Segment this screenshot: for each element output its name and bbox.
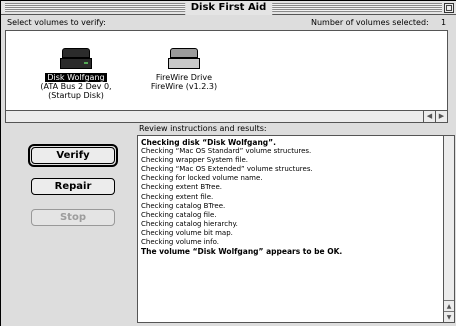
result-line: Checking extent BTree. (141, 183, 222, 192)
verify-button[interactable]: Verify (31, 147, 115, 164)
result-line: Checking disk “Disk Wolfgang”. (141, 138, 276, 147)
scroll-right-arrow-icon[interactable]: ▶ (435, 111, 447, 122)
result-line: Checking catalog BTree. (141, 201, 226, 210)
results-label: Review instructions and results: (139, 124, 267, 133)
title-bar[interactable]: Disk First Aid (1, 1, 456, 15)
hard-disk-icon (59, 46, 93, 70)
volume-name: Disk Wolfgang (45, 73, 107, 82)
select-volumes-label: Select volumes to verify: (7, 18, 106, 27)
zoom-box-icon[interactable] (444, 3, 454, 13)
scroll-up-arrow-icon[interactable]: ▲ (444, 300, 454, 311)
volume-list-scrollbar[interactable]: ◀ ▶ (6, 110, 447, 122)
result-line: Checking extent file. (141, 192, 214, 201)
volume-detail: FireWire (v1.2.3) (150, 82, 218, 91)
result-line: Checking wrapper System file. (141, 156, 248, 165)
volume-name: FireWire Drive (155, 73, 213, 82)
stop-button[interactable]: Stop (31, 209, 115, 226)
result-line: Checking for locked volume name. (141, 174, 263, 183)
volume-detail: (Startup Disk) (48, 91, 104, 100)
volumes-selected-label: Number of volumes selected: (311, 18, 429, 27)
result-line: The volume “Disk Wolfgang” appears to be… (141, 247, 343, 257)
result-line: Checking catalog hierarchy. (141, 219, 238, 228)
disk-first-aid-window: Disk First Aid Select volumes to verify:… (0, 0, 456, 326)
volume-disk-wolfgang[interactable]: Disk Wolfgang (ATA Bus 2 Dev 0, (Startup… (38, 46, 114, 100)
results-log[interactable]: Checking disk “Disk Wolfgang”. Checking “… (137, 135, 455, 323)
window-title: Disk First Aid (184, 1, 273, 15)
result-line: Checking catalog file. (141, 210, 217, 219)
scroll-left-arrow-icon[interactable]: ◀ (423, 111, 435, 122)
repair-button[interactable]: Repair (31, 178, 115, 195)
firewire-drive-icon (167, 46, 201, 70)
results-scrollbar[interactable]: ▲ ▼ (443, 136, 454, 322)
results-lines: Checking disk “Disk Wolfgang”. Checking “… (141, 138, 441, 256)
volume-detail: (ATA Bus 2 Dev 0, (40, 82, 112, 91)
result-line: Checking volume info. (141, 238, 219, 247)
volumes-header: Select volumes to verify: Number of volu… (1, 16, 456, 29)
volume-firewire-drive[interactable]: FireWire Drive FireWire (v1.2.3) (146, 46, 222, 91)
scroll-down-arrow-icon[interactable]: ▼ (444, 311, 454, 322)
volume-list: Disk Wolfgang (ATA Bus 2 Dev 0, (Startup… (5, 30, 448, 123)
result-line: Checking volume bit map. (141, 228, 233, 237)
volumes-selected-count: 1 (441, 18, 447, 27)
result-line: Checking “Mac OS Extended” volume struct… (141, 165, 313, 174)
result-line: Checking “Mac OS Standard” volume struct… (141, 147, 312, 156)
